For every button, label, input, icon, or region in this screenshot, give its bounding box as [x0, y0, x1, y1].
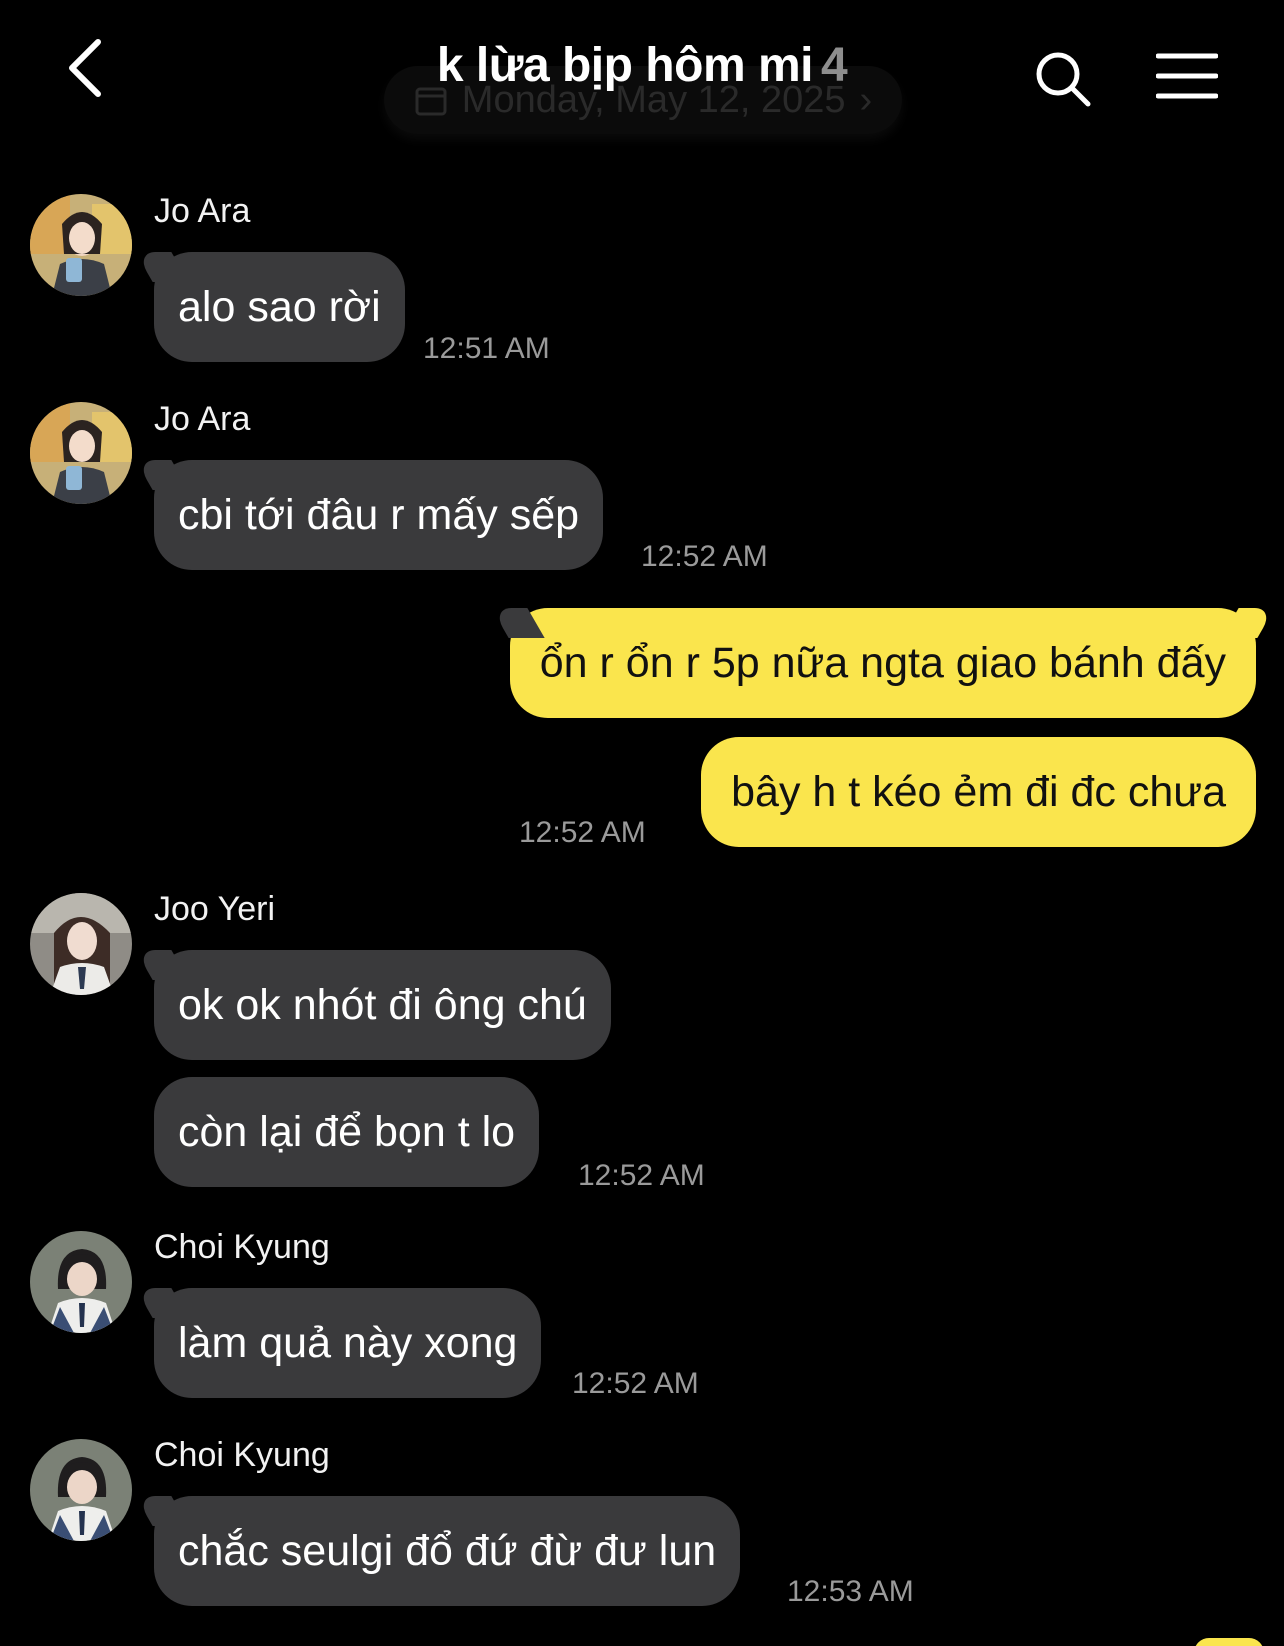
hamburger-menu-icon	[1155, 53, 1219, 99]
message-timestamp: 12:52 AM	[519, 816, 646, 849]
avatar-choi-kyung[interactable]	[30, 1231, 132, 1333]
message-bubble-incoming[interactable]: ok ok nhót đi ông chú	[154, 950, 611, 1060]
profile-photo	[30, 194, 132, 296]
message-bubble-incoming[interactable]: cbi tới đâu r mấy sếp	[154, 460, 604, 570]
sender-name: Choi Kyung	[154, 1228, 330, 1266]
profile-photo	[30, 402, 132, 504]
message-text: ok ok nhót đi ông chú	[178, 980, 587, 1029]
message-bubble-incoming[interactable]: còn lại để bọn t lo	[154, 1077, 540, 1187]
message-text: làm quả này xong	[178, 1318, 518, 1367]
message-bubble-outgoing-partial[interactable]	[1194, 1638, 1264, 1646]
message-timestamp: 12:53 AM	[787, 1575, 914, 1608]
chat-title-text: k lừa bịp hôm mi	[436, 39, 814, 92]
sender-name: Jo Ara	[154, 192, 251, 230]
chat-header: Monday, May 12, 2025 › k lừa bịp hôm mi 4	[0, 0, 1284, 150]
sender-name: Jo Ara	[154, 400, 251, 438]
sender-name: Choi Kyung	[154, 1436, 330, 1474]
avatar-jo-ara[interactable]	[30, 402, 132, 504]
message-timestamp: 12:52 AM	[578, 1159, 705, 1192]
menu-button[interactable]	[1155, 52, 1219, 100]
profile-photo	[30, 893, 132, 995]
avatar-joo-yeri[interactable]	[30, 893, 132, 995]
search-button[interactable]	[1034, 50, 1094, 110]
message-timestamp: 12:52 AM	[641, 540, 768, 573]
sender-name: Joo Yeri	[154, 890, 275, 928]
message-text: alo sao rời	[178, 282, 381, 331]
avatar-choi-kyung[interactable]	[30, 1439, 132, 1541]
profile-photo	[30, 1439, 132, 1541]
chat-screen: Monday, May 12, 2025 › k lừa bịp hôm mi 4	[0, 0, 1284, 1646]
avatar-jo-ara[interactable]	[30, 194, 132, 296]
message-text: ổn r ổn r 5p nữa ngta giao bánh đấy	[539, 638, 1226, 687]
profile-photo	[30, 1231, 132, 1333]
message-timestamp: 12:52 AM	[572, 1367, 699, 1400]
message-text: cbi tới đâu r mấy sếp	[178, 490, 580, 539]
message-bubble-incoming[interactable]: làm quả này xong	[154, 1288, 542, 1398]
message-text: bây h t kéo ẻm đi đc chưa	[731, 767, 1226, 816]
message-bubble-outgoing[interactable]: ổn r ổn r 5p nữa ngta giao bánh đấy	[509, 608, 1256, 718]
member-count: 4	[820, 39, 848, 92]
message-bubble-outgoing[interactable]: bây h t kéo ẻm đi đc chưa	[701, 737, 1256, 847]
message-text: chắc seulgi đổ đứ đừ đư lun	[178, 1526, 717, 1575]
message-bubble-incoming[interactable]: alo sao rời	[154, 252, 405, 362]
message-bubble-incoming[interactable]: chắc seulgi đổ đứ đừ đư lun	[154, 1496, 741, 1606]
message-timestamp: 12:51 AM	[423, 332, 550, 365]
message-text: còn lại để bọn t lo	[178, 1107, 516, 1156]
search-icon	[1036, 52, 1091, 107]
